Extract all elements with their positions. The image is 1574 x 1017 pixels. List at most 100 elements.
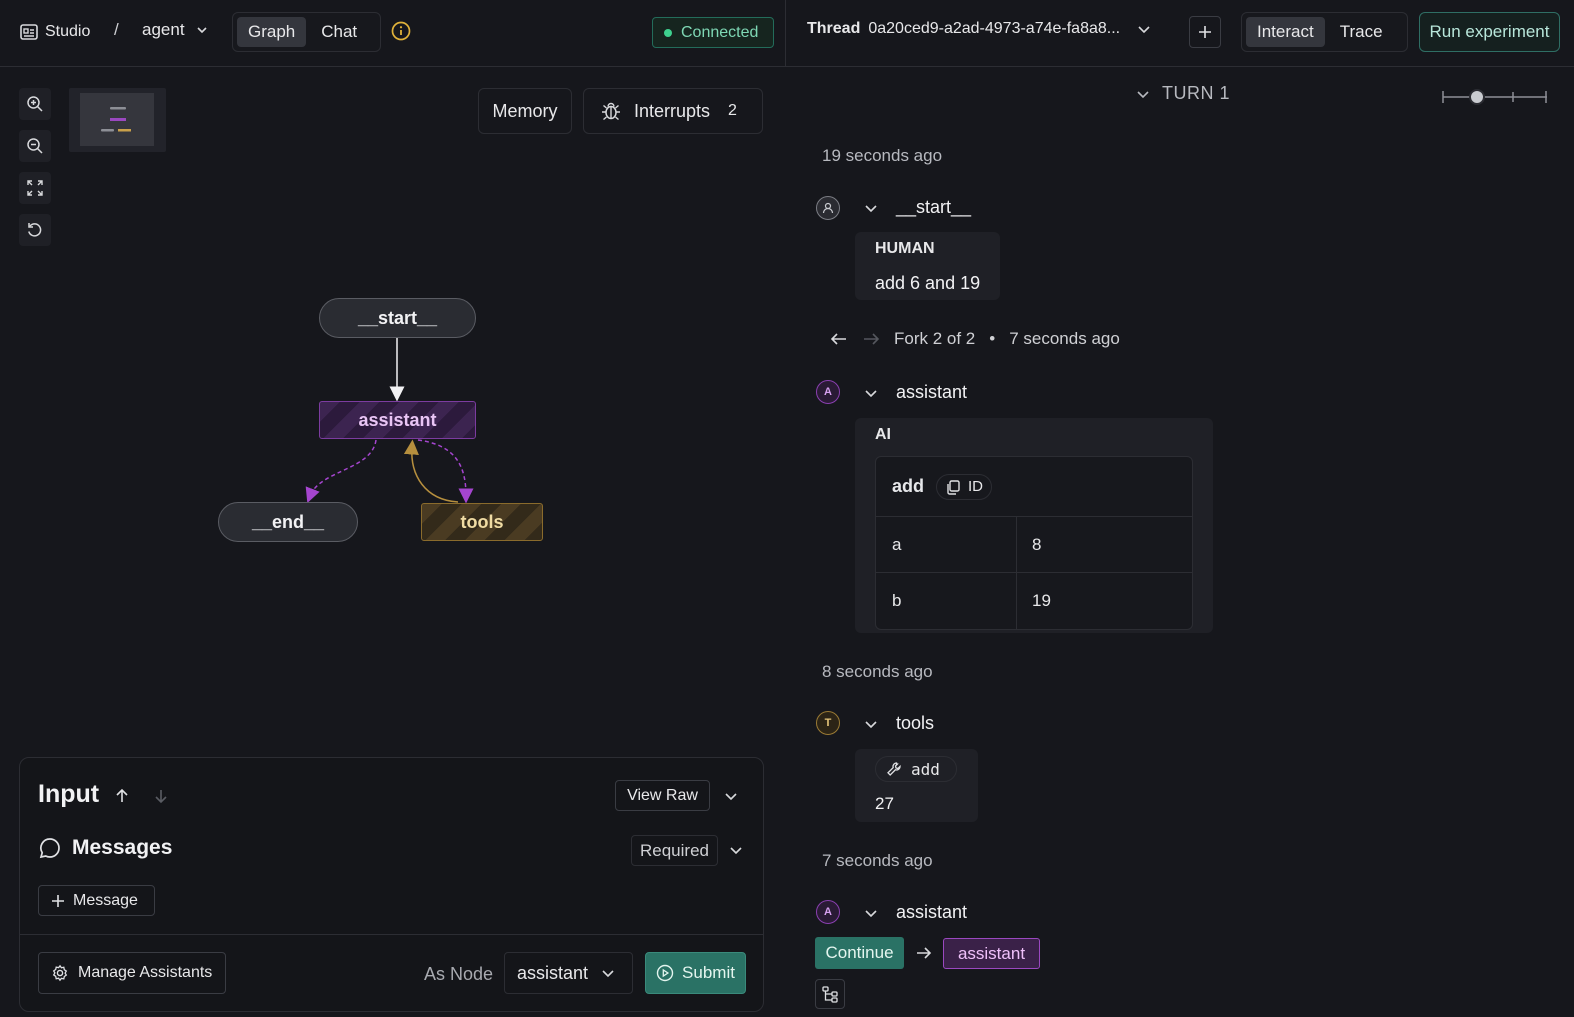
- messages-field-label: Messages: [38, 836, 172, 860]
- chevron-down-icon: [865, 389, 877, 397]
- user-avatar: [816, 196, 840, 220]
- add-message-button[interactable]: Message: [38, 885, 155, 916]
- table-row: b 19: [876, 573, 1192, 629]
- edge-assistant-end: [305, 439, 377, 503]
- plus-icon: [1199, 26, 1211, 38]
- run-experiment-button[interactable]: Run experiment: [1419, 12, 1560, 52]
- step-header-assistant-2[interactable]: assistant: [864, 902, 967, 923]
- chevron-down-icon: [1138, 26, 1150, 34]
- chevron-down-icon: [865, 720, 877, 728]
- fork-time: 7 seconds ago: [1009, 329, 1120, 348]
- step-node-name: __start__: [896, 197, 972, 217]
- tool-call-table: add ID a 8 b 19: [875, 456, 1193, 630]
- step-node-name: tools: [896, 713, 935, 733]
- assistant-avatar: A: [816, 380, 840, 404]
- copy-icon: [947, 479, 960, 495]
- mode-toggle: Interact Trace: [1241, 12, 1408, 52]
- step-header-start[interactable]: __start__: [864, 197, 971, 218]
- arg-key: b: [876, 573, 1017, 629]
- chevron-down-icon[interactable]: [723, 788, 739, 804]
- message-role: AI: [875, 426, 891, 443]
- message-content: add 6 and 19: [875, 273, 981, 293]
- chevron-down-icon[interactable]: [728, 842, 744, 858]
- human-message: HUMAN add 6 and 19: [855, 232, 1000, 300]
- required-badge: Required: [631, 835, 718, 866]
- timestamp: 19 seconds ago: [822, 146, 943, 165]
- arrow-down-icon[interactable]: [153, 788, 169, 804]
- message-role: HUMAN: [875, 240, 935, 257]
- arg-value: 8: [1032, 534, 1042, 554]
- tool-name: add: [911, 759, 940, 779]
- as-node-label: As Node: [424, 964, 494, 984]
- arrow-right-icon[interactable]: [862, 332, 880, 346]
- copy-id-button[interactable]: ID: [936, 473, 993, 500]
- step-header-tools[interactable]: tools: [864, 713, 934, 734]
- assistant-avatar: A: [816, 900, 840, 924]
- arrow-left-icon[interactable]: [830, 332, 848, 346]
- timestamp: 8 seconds ago: [822, 662, 933, 681]
- step-header-assistant[interactable]: assistant: [864, 382, 967, 403]
- as-node-value: assistant: [517, 962, 589, 983]
- branch-icon: [822, 986, 838, 1003]
- arg-key: a: [876, 517, 1017, 572]
- graph-node-start[interactable]: __start__: [319, 298, 476, 338]
- chevron-down-icon: [865, 204, 877, 212]
- fork-label: Fork 2 of 2: [894, 329, 976, 348]
- play-circle-icon: [656, 964, 674, 982]
- detail-slider[interactable]: [1442, 86, 1548, 108]
- tools-avatar: T: [816, 711, 840, 735]
- tool-call-name: add: [892, 476, 925, 496]
- next-node-chip: assistant: [943, 938, 1040, 969]
- graph-node-end[interactable]: __end__: [218, 502, 358, 542]
- continue-button[interactable]: Continue: [815, 937, 904, 969]
- new-thread-button[interactable]: [1189, 16, 1221, 48]
- graph-node-tools[interactable]: tools: [421, 503, 543, 541]
- manage-assistants-button[interactable]: Manage Assistants: [38, 952, 226, 994]
- manage-assistants-label: Manage Assistants: [78, 964, 213, 981]
- fork-bullet: •: [989, 329, 996, 348]
- gear-icon: [52, 964, 68, 982]
- messages-label: Messages: [72, 836, 173, 859]
- edge-tools-assistant: [403, 439, 459, 503]
- user-icon: [822, 202, 834, 214]
- id-label: ID: [968, 478, 984, 495]
- panel-divider: [785, 0, 786, 67]
- chevron-down-icon: [865, 909, 877, 917]
- plus-icon: [52, 894, 64, 907]
- timestamp: 7 seconds ago: [822, 851, 933, 870]
- as-node-select[interactable]: assistant: [504, 952, 633, 994]
- arg-value: 19: [1032, 591, 1051, 610]
- view-raw-button[interactable]: View Raw: [615, 780, 710, 811]
- chat-bubble-icon: [39, 838, 60, 859]
- thread-selector[interactable]: Thread 0a20ced9-a2ad-4973-a74e-fa8a8...: [807, 20, 1152, 38]
- add-message-label: Message: [73, 891, 138, 909]
- chevron-down-icon: [602, 970, 614, 978]
- input-divider: [20, 934, 763, 935]
- submit-label: Submit: [682, 963, 735, 982]
- tool-result: 27: [875, 794, 894, 813]
- arrow-up-icon[interactable]: [114, 788, 130, 804]
- arrow-right-icon: [917, 947, 932, 959]
- turn-label: TURN 1: [1162, 83, 1231, 103]
- input-title: Input: [38, 780, 100, 808]
- chevron-down-icon: [1137, 90, 1149, 98]
- ai-message: AI add ID a 8 b 19: [855, 418, 1213, 633]
- step-node-name: assistant: [896, 382, 968, 402]
- thread-panel: TURN 1 19 seconds ago __start__ HUMAN ad…: [786, 68, 1574, 1017]
- tab-interact[interactable]: Interact: [1246, 17, 1325, 47]
- fork-branch-button[interactable]: [815, 979, 845, 1009]
- submit-button[interactable]: Submit: [645, 952, 746, 994]
- turn-header[interactable]: TURN 1: [1136, 83, 1230, 104]
- thread-id: 0a20ced9-a2ad-4973-a74e-fa8a8...: [868, 20, 1121, 37]
- tool-message: add 27: [855, 749, 978, 822]
- tool-call-header: add ID: [876, 457, 1192, 517]
- tool-name-chip: add: [875, 756, 957, 782]
- graph-node-assistant[interactable]: assistant: [319, 401, 476, 439]
- step-node-name: assistant: [896, 902, 968, 922]
- tab-trace[interactable]: Trace: [1329, 17, 1394, 47]
- thread-label: Thread: [807, 20, 861, 37]
- input-panel: Input View Raw Messages Required Message…: [19, 757, 764, 1012]
- table-row: a 8: [876, 517, 1192, 573]
- fork-navigator: Fork 2 of 2 • 7 seconds ago: [830, 329, 1120, 349]
- wrench-icon: [887, 762, 901, 776]
